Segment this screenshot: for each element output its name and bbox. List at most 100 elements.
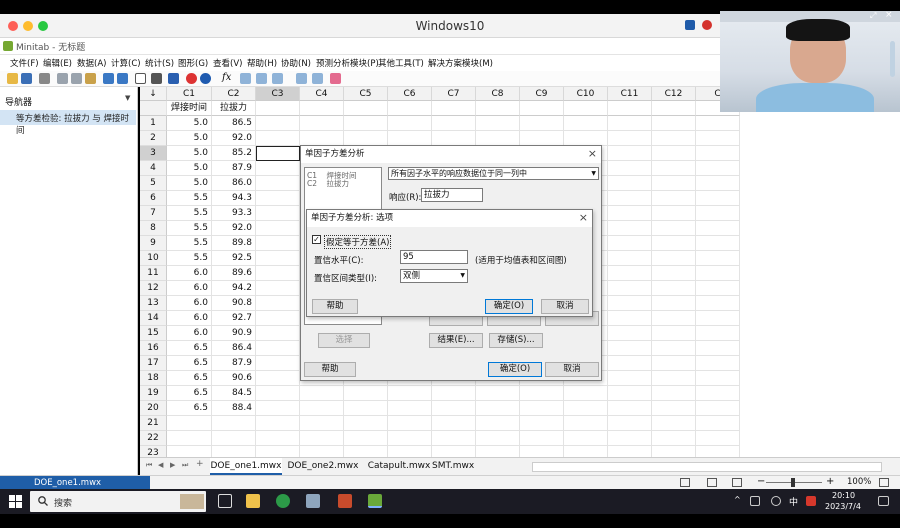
row-header[interactable]: 14 bbox=[140, 311, 167, 326]
table-cell[interactable] bbox=[344, 116, 388, 131]
table-cell[interactable]: 5.0 bbox=[167, 131, 212, 146]
table-cell[interactable]: 6.5 bbox=[167, 386, 212, 401]
table-cell[interactable]: 92.5 bbox=[212, 251, 256, 266]
table-cell[interactable] bbox=[300, 131, 344, 146]
menu-predictive[interactable]: 预测分析模块(P) bbox=[316, 57, 379, 69]
table-cell[interactable] bbox=[608, 191, 652, 206]
table-cell[interactable]: 6.5 bbox=[167, 371, 212, 386]
last-sheet-icon[interactable]: ⏭ bbox=[182, 461, 188, 470]
table-cell[interactable] bbox=[564, 416, 608, 431]
menu-graph[interactable]: 图形(G) bbox=[178, 57, 208, 69]
table-cell[interactable] bbox=[652, 386, 696, 401]
table-cell[interactable] bbox=[388, 401, 432, 416]
table-cell[interactable] bbox=[344, 386, 388, 401]
row-header[interactable]: 17 bbox=[140, 356, 167, 371]
table-cell[interactable] bbox=[696, 371, 740, 386]
table-cell[interactable] bbox=[608, 221, 652, 236]
table-cell[interactable] bbox=[256, 311, 300, 326]
table-cell[interactable] bbox=[696, 431, 740, 446]
undo-icon[interactable] bbox=[103, 73, 114, 84]
table-cell[interactable] bbox=[608, 386, 652, 401]
column-name-cell[interactable] bbox=[256, 101, 300, 116]
select-button[interactable]: 选择 bbox=[318, 333, 370, 348]
table-cell[interactable] bbox=[256, 176, 300, 191]
data-layout-dropdown[interactable]: 所有因子水平的响应数据位于同一列中 ▼ bbox=[388, 167, 599, 180]
view-grid-icon[interactable] bbox=[707, 478, 717, 487]
fx-icon[interactable]: fx bbox=[222, 72, 231, 83]
column-header[interactable]: C12 bbox=[652, 87, 696, 101]
table-cell[interactable] bbox=[652, 206, 696, 221]
chevron-down-icon[interactable]: ▼ bbox=[125, 94, 130, 102]
table-cell[interactable]: 6.0 bbox=[167, 281, 212, 296]
table-cell[interactable] bbox=[300, 401, 344, 416]
table-cell[interactable] bbox=[520, 446, 564, 457]
table-cell[interactable] bbox=[256, 236, 300, 251]
table-cell[interactable] bbox=[388, 386, 432, 401]
table-cell[interactable] bbox=[476, 116, 520, 131]
table-cell[interactable] bbox=[608, 446, 652, 457]
table-cell[interactable] bbox=[344, 431, 388, 446]
table-cell[interactable] bbox=[696, 401, 740, 416]
table-cell[interactable] bbox=[256, 371, 300, 386]
cancel-button[interactable]: 取消 bbox=[545, 362, 599, 377]
row-header[interactable]: 21 bbox=[140, 416, 167, 431]
menu-calc[interactable]: 计算(C) bbox=[111, 57, 141, 69]
table-cell[interactable] bbox=[256, 221, 300, 236]
table-cell[interactable] bbox=[608, 341, 652, 356]
table-cell[interactable] bbox=[256, 386, 300, 401]
table-cell[interactable] bbox=[652, 191, 696, 206]
table-cell[interactable] bbox=[432, 431, 476, 446]
row-header[interactable]: 1 bbox=[140, 116, 167, 131]
zoom-out-icon[interactable]: − bbox=[757, 476, 765, 487]
table-cell[interactable] bbox=[520, 401, 564, 416]
column-header[interactable]: C5 bbox=[344, 87, 388, 101]
table-cell[interactable] bbox=[696, 206, 740, 221]
paste-icon[interactable] bbox=[85, 73, 96, 84]
column-header[interactable]: C4 bbox=[300, 87, 344, 101]
table-cell[interactable] bbox=[300, 116, 344, 131]
row-header[interactable]: 19 bbox=[140, 386, 167, 401]
table-cell[interactable] bbox=[388, 431, 432, 446]
table-cell[interactable] bbox=[608, 431, 652, 446]
insert-row-icon[interactable] bbox=[240, 73, 251, 84]
table-cell[interactable]: 87.9 bbox=[212, 161, 256, 176]
close-icon[interactable]: × bbox=[588, 147, 597, 160]
table-cell[interactable] bbox=[256, 191, 300, 206]
help-button[interactable]: 帮助 bbox=[304, 362, 356, 377]
sort-icon[interactable] bbox=[312, 73, 323, 84]
column-name-cell[interactable] bbox=[520, 101, 564, 116]
table-cell[interactable] bbox=[256, 206, 300, 221]
first-sheet-icon[interactable]: ⏮ bbox=[146, 461, 152, 470]
table-cell[interactable]: 84.5 bbox=[212, 386, 256, 401]
table-cell[interactable]: 6.0 bbox=[167, 326, 212, 341]
row-header[interactable]: 9 bbox=[140, 236, 167, 251]
minitab-taskbar-icon[interactable] bbox=[368, 494, 382, 508]
table-cell[interactable] bbox=[696, 311, 740, 326]
table-cell[interactable] bbox=[608, 161, 652, 176]
menu-view[interactable]: 查看(V) bbox=[213, 57, 242, 69]
windows-start-icon[interactable] bbox=[9, 495, 22, 508]
column-name-c1[interactable]: 焊接时间 bbox=[167, 101, 212, 116]
table-cell[interactable] bbox=[256, 251, 300, 266]
table-cell[interactable] bbox=[476, 401, 520, 416]
table-cell[interactable]: 94.2 bbox=[212, 281, 256, 296]
table-cell[interactable] bbox=[256, 146, 300, 161]
table-cell[interactable] bbox=[476, 446, 520, 457]
stop-icon[interactable] bbox=[186, 73, 197, 84]
table-cell[interactable] bbox=[300, 416, 344, 431]
table-cell[interactable]: 6.0 bbox=[167, 311, 212, 326]
table-cell[interactable] bbox=[388, 131, 432, 146]
volume-icon[interactable] bbox=[771, 496, 781, 506]
navigator-item[interactable]: 等方差检验: 拉拔力 与 焊接时间 bbox=[0, 110, 136, 136]
table-cell[interactable]: 92.0 bbox=[212, 221, 256, 236]
print-icon[interactable] bbox=[39, 73, 50, 84]
table-cell[interactable] bbox=[564, 131, 608, 146]
table-cell[interactable] bbox=[696, 116, 740, 131]
table-cell[interactable] bbox=[564, 446, 608, 457]
table-cell[interactable] bbox=[564, 386, 608, 401]
table-cell[interactable] bbox=[432, 386, 476, 401]
horizontal-scrollbar[interactable] bbox=[532, 462, 882, 472]
column-name-cell[interactable] bbox=[388, 101, 432, 116]
column-name-cell[interactable] bbox=[344, 101, 388, 116]
table-cell[interactable] bbox=[696, 176, 740, 191]
